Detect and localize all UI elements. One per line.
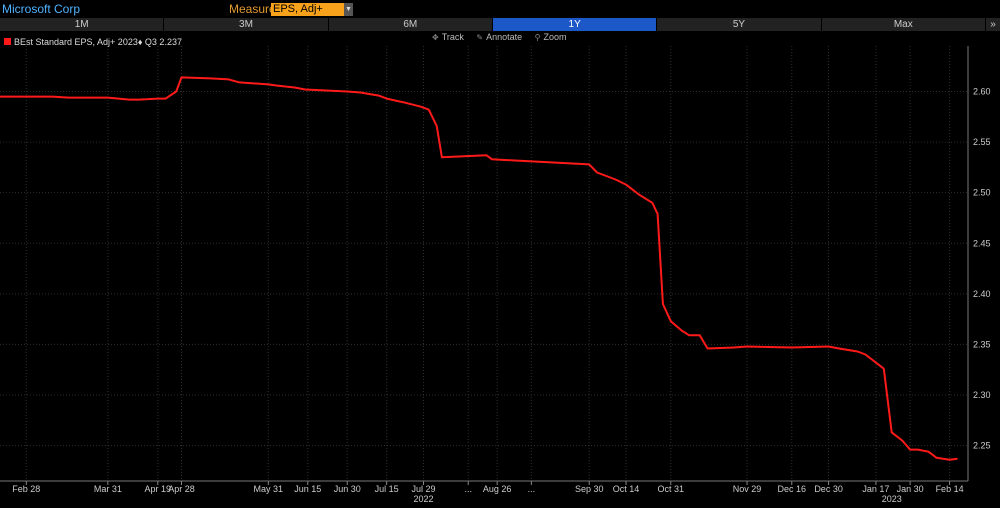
year-label: 2023 (882, 494, 902, 504)
zoom-tool[interactable]: ⚲ Zoom (535, 32, 567, 42)
crosshair-icon: ✥ (432, 33, 439, 42)
x-tick-label: ... (528, 484, 536, 494)
chart-legend: BEst Standard EPS, Adj+ 2023♦ Q3 2.237 (4, 37, 182, 47)
x-tick-label: Sep 30 (575, 484, 604, 494)
x-tick-label: Jun 15 (294, 484, 321, 494)
x-tick-label: Oct 31 (658, 484, 685, 494)
x-tick-label: Apr 19 (145, 484, 172, 494)
y-tick-label: 2.35 (973, 339, 991, 349)
eps-series-line (0, 76, 958, 461)
x-tick-label: Jul 29 (411, 484, 435, 494)
track-label: Track (441, 32, 464, 42)
x-tick-label: May 31 (254, 484, 284, 494)
pencil-icon: ✎ (476, 33, 484, 42)
eps-chart[interactable]: 2.25 2.30 2.35 2.40 2.45 2.50 2.55 2.60 Feb 28 Ma… (0, 0, 1000, 508)
track-tool[interactable]: ✥ Track (432, 32, 464, 42)
y-tick-label: 2.60 (973, 87, 991, 97)
x-tick-label: Jun 30 (334, 484, 361, 494)
x-tick-label: Apr 28 (168, 484, 195, 494)
zoom-label: Zoom (543, 32, 567, 42)
chart-tools: ✥ Track ✎ Annotate ⚲ Zoom (432, 32, 577, 44)
annotate-tool[interactable]: ✎ Annotate (476, 32, 522, 42)
x-tick-label: Jan 30 (897, 484, 924, 494)
y-tick-label: 2.40 (973, 289, 991, 299)
x-tick-label: Jan 17 (862, 484, 889, 494)
x-tick-label: Mar 31 (94, 484, 122, 494)
y-tick-label: 2.50 (973, 188, 991, 198)
legend-text: BEst Standard EPS, Adj+ 2023♦ Q3 2.237 (14, 37, 182, 47)
x-tick-label: Feb 28 (12, 484, 40, 494)
y-tick-label: 2.45 (973, 238, 991, 248)
y-tick-label: 2.30 (973, 390, 991, 400)
magnifier-icon: ⚲ (534, 33, 541, 42)
x-tick-label: ... (464, 484, 472, 494)
x-tick-label: Feb 14 (936, 484, 964, 494)
annotate-label: Annotate (486, 32, 523, 42)
x-tick-label: Jul 15 (375, 484, 399, 494)
x-tick-label: Oct 14 (613, 484, 640, 494)
x-tick-label: Dec 16 (777, 484, 806, 494)
x-tick-label: Aug 26 (483, 484, 512, 494)
x-tick-label: Dec 30 (814, 484, 843, 494)
x-tick-label: Nov 29 (733, 484, 762, 494)
y-tick-label: 2.25 (973, 441, 991, 451)
legend-swatch (4, 38, 11, 45)
y-tick-label: 2.55 (973, 137, 991, 147)
year-label: 2022 (413, 494, 433, 504)
